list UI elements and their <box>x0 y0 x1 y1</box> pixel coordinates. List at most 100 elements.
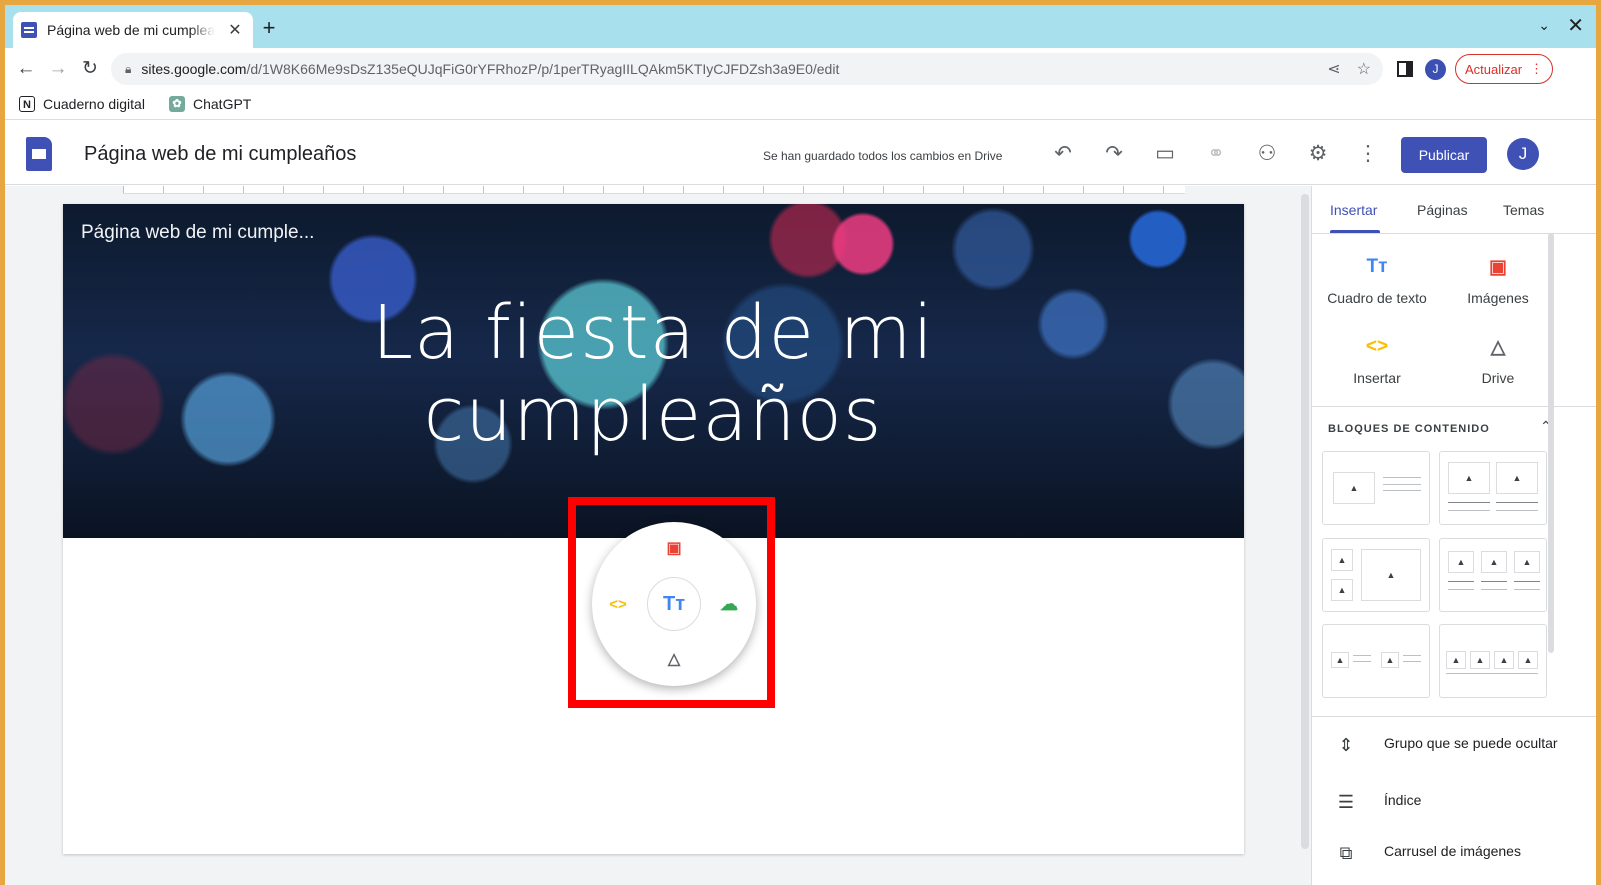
tab-temas[interactable]: Temas <box>1503 202 1544 218</box>
site-page: Página web de mi cumple... La fiesta de … <box>63 204 1244 854</box>
insert-label: Drive <box>1481 370 1515 386</box>
drive-icon[interactable]: △ <box>662 647 686 671</box>
share-with-others-icon[interactable]: ⚇ <box>1254 141 1280 167</box>
browser-profile-avatar[interactable]: J <box>1425 59 1446 80</box>
address-bar[interactable]: 🔒︎ sites.google.com/d/1W8K66Me9sDsZ135eQ… <box>111 53 1383 85</box>
tab-search-chevron-icon[interactable]: ⌄ <box>1538 17 1550 34</box>
side-panel-icon[interactable] <box>1397 61 1413 77</box>
insert-table-of-contents[interactable]: ☰ Índice <box>1332 792 1572 813</box>
forward-button[interactable]: → <box>47 58 69 80</box>
embed-code-icon[interactable]: <> <box>606 592 630 616</box>
lock-icon: 🔒︎ <box>125 61 132 76</box>
share-icon[interactable]: ⋖ <box>1327 59 1340 79</box>
image-icon: ▲ <box>1448 551 1474 573</box>
image-icon: ▲ <box>1333 472 1375 504</box>
table-of-contents-icon: ☰ <box>1337 792 1355 812</box>
upload-icon[interactable]: ☁ <box>717 592 741 616</box>
embed-code-icon: <> <box>1365 336 1389 357</box>
browser-tab[interactable]: Página web de mi cumpleaños ✕ <box>13 12 253 48</box>
publish-button[interactable]: Publicar <box>1401 137 1487 173</box>
browser-window: Página web de mi cumpleaños ✕ + ⌄ ✕ ← → … <box>5 5 1596 885</box>
text-box-icon[interactable]: Tт <box>647 577 701 631</box>
insert-collapsible-group[interactable]: ⇕ Grupo que se puede ocultar <box>1332 735 1572 756</box>
editor-canvas: Página web de mi cumple... La fiesta de … <box>5 186 1311 885</box>
insert-label: Cuadro de texto <box>1327 290 1427 306</box>
content-block-image-text[interactable]: ▲ <box>1322 451 1430 525</box>
google-sites-logo-icon[interactable] <box>26 137 52 171</box>
back-button[interactable]: ← <box>15 58 37 80</box>
panel-divider <box>1312 716 1596 717</box>
link-icon[interactable]: ⚭ <box>1203 141 1229 167</box>
bookmark-label: ChatGPT <box>193 96 252 112</box>
chatgpt-icon: ✿ <box>169 96 185 112</box>
block-line <box>1448 581 1474 582</box>
image-icon: ▲ <box>1481 551 1507 573</box>
update-button[interactable]: Actualizar ⋮ <box>1455 54 1553 84</box>
canvas-scrollbar[interactable] <box>1301 194 1309 849</box>
site-name[interactable]: Página web de mi cumpleaños <box>84 143 356 166</box>
block-line <box>1383 484 1421 485</box>
image-icon: ▲ <box>1496 462 1538 494</box>
window-close-icon[interactable]: ✕ <box>1567 13 1584 38</box>
block-line <box>1446 673 1538 674</box>
content-block-two-images-side[interactable]: ▲ ▲ <box>1322 624 1430 698</box>
content-block-three-images-text[interactable]: ▲ ▲ ▲ <box>1439 538 1547 612</box>
block-line <box>1514 581 1540 582</box>
undo-icon[interactable]: ↶ <box>1050 141 1076 167</box>
list-label: Carrusel de imágenes <box>1384 843 1521 859</box>
block-line <box>1448 510 1490 511</box>
banner-site-name[interactable]: Página web de mi cumple... <box>81 222 314 244</box>
settings-gear-icon[interactable]: ⚙ <box>1305 141 1331 167</box>
content-block-two-images-text[interactable]: ▲ ▲ <box>1439 451 1547 525</box>
insert-text-box[interactable]: Tт Cuadro de texto <box>1312 256 1442 306</box>
page-title[interactable]: La fiesta de mi cumpleaños <box>353 292 953 456</box>
insert-image-carousel[interactable]: ⧉ Carrusel de imágenes <box>1332 843 1572 864</box>
content-block-four-images[interactable]: ▲ ▲ ▲ ▲ <box>1439 624 1547 698</box>
insert-drive[interactable]: △ Drive <box>1433 336 1563 386</box>
tab-insertar[interactable]: Insertar <box>1330 202 1377 218</box>
quick-insert-radial-menu: ▣ <> ☁ △ Tт <box>592 522 756 686</box>
more-options-icon[interactable]: ⋮ <box>1355 141 1381 167</box>
tab-title: Página web de mi cumpleaños <box>47 22 215 38</box>
sites-editor-header: Página web de mi cumpleaños Se han guard… <box>5 121 1596 185</box>
sites-favicon-icon <box>21 22 37 38</box>
block-line <box>1403 655 1421 656</box>
bookmark-label: Cuaderno digital <box>43 96 145 112</box>
image-icon[interactable]: ▣ <box>662 536 686 560</box>
tab-close-icon[interactable]: ✕ <box>225 20 245 40</box>
preview-devices-icon[interactable]: ▭ <box>1152 141 1178 167</box>
active-tab-indicator <box>1330 230 1380 233</box>
url-path: /d/1W8K66Me9sDsZ135eQUJqFiG0rYFRhozP/p/1… <box>246 61 840 77</box>
redo-icon[interactable]: ↷ <box>1101 141 1127 167</box>
header-banner[interactable]: Página web de mi cumple... La fiesta de … <box>63 204 1244 538</box>
content-blocks-heading: BLOQUES DE CONTENIDO <box>1328 423 1490 435</box>
url-text: sites.google.com/d/1W8K66Me9sDsZ135eQUJq… <box>141 61 839 77</box>
insert-images[interactable]: ▣ Imágenes <box>1433 256 1563 306</box>
image-icon: ▲ <box>1331 549 1353 571</box>
account-avatar[interactable]: J <box>1507 138 1539 170</box>
image-icon: ▲ <box>1494 651 1514 669</box>
image-icon: ▲ <box>1331 652 1349 668</box>
bookmark-chatgpt[interactable]: ✿ ChatGPT <box>169 96 251 112</box>
browser-toolbar: ← → ↻ 🔒︎ sites.google.com/d/1W8K66Me9sDs… <box>5 48 1596 91</box>
block-line <box>1496 502 1538 503</box>
content-block-gallery[interactable]: ▲ ▲ ▲ <box>1322 538 1430 612</box>
image-icon: ▲ <box>1448 462 1490 494</box>
save-status: Se han guardado todos los cambios en Dri… <box>763 149 1003 163</box>
image-icon: ▲ <box>1514 551 1540 573</box>
block-line <box>1481 581 1507 582</box>
image-icon: ▲ <box>1470 651 1490 669</box>
new-tab-button[interactable]: + <box>258 17 280 39</box>
panel-tabs: Insertar Páginas Temas <box>1312 186 1596 234</box>
tab-paginas[interactable]: Páginas <box>1417 202 1468 218</box>
tab-strip: Página web de mi cumpleaños ✕ + ⌄ ✕ <box>5 5 1596 48</box>
insert-label: Insertar <box>1353 370 1401 386</box>
insert-embed[interactable]: <> Insertar <box>1312 336 1442 386</box>
bookmark-star-icon[interactable]: ☆ <box>1357 59 1371 79</box>
reload-button[interactable]: ↻ <box>79 58 101 80</box>
panel-scrollbar[interactable] <box>1548 233 1554 653</box>
collapsible-group-icon: ⇕ <box>1338 735 1354 755</box>
image-icon: ▲ <box>1381 652 1399 668</box>
drive-icon: △ <box>1490 337 1506 358</box>
bookmark-cuaderno-digital[interactable]: N Cuaderno digital <box>19 96 145 112</box>
